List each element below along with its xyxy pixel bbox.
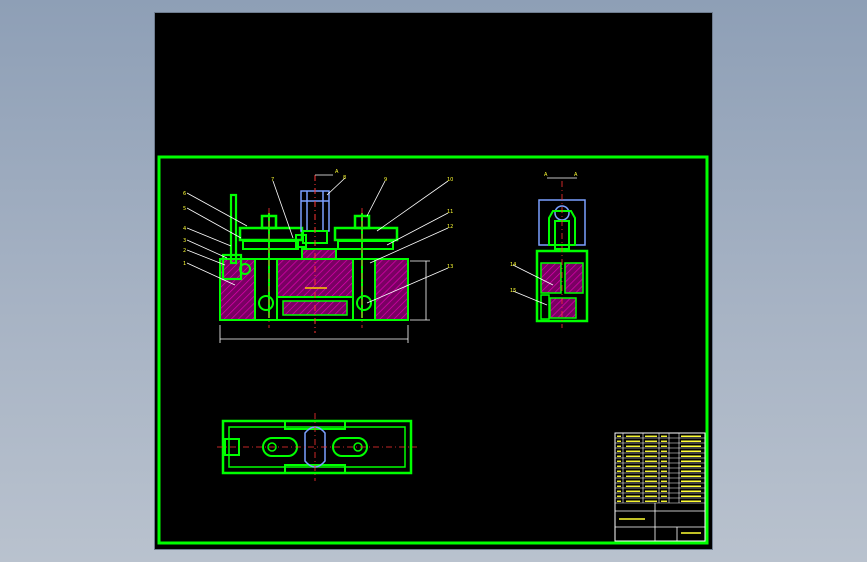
callout: 2 <box>183 248 186 254</box>
cad-viewport[interactable]: 6 5 4 3 2 1 7 8 9 10 11 12 13 A 14 15 A … <box>155 13 712 549</box>
callout: 4 <box>183 226 186 232</box>
callout: 14 <box>510 262 516 268</box>
front-section-view <box>186 174 449 343</box>
title-block <box>614 432 706 542</box>
callout: 11 <box>447 209 453 215</box>
title-block-frame <box>614 432 706 542</box>
right-clamp-plate <box>333 226 399 242</box>
workpiece <box>301 248 337 260</box>
section-mark: A <box>574 172 578 178</box>
side-view: 14 15 A A <box>510 172 589 328</box>
callout: 13 <box>447 264 453 270</box>
callout: 9 <box>384 177 387 183</box>
callout: 6 <box>183 191 186 197</box>
section-mark: A <box>335 169 339 175</box>
callout: 12 <box>447 224 453 230</box>
section-mark: A <box>544 172 548 178</box>
callout: 1 <box>183 261 186 267</box>
callout: 10 <box>447 177 453 183</box>
callout: 3 <box>183 238 186 244</box>
callout: 7 <box>271 177 274 183</box>
left-clamp-plate <box>238 226 304 242</box>
lever-handle <box>229 193 238 265</box>
callout: 8 <box>343 175 346 181</box>
callout: 15 <box>510 288 516 294</box>
callout: 5 <box>183 206 186 212</box>
drawing-border <box>157 155 709 545</box>
top-view <box>217 413 417 481</box>
